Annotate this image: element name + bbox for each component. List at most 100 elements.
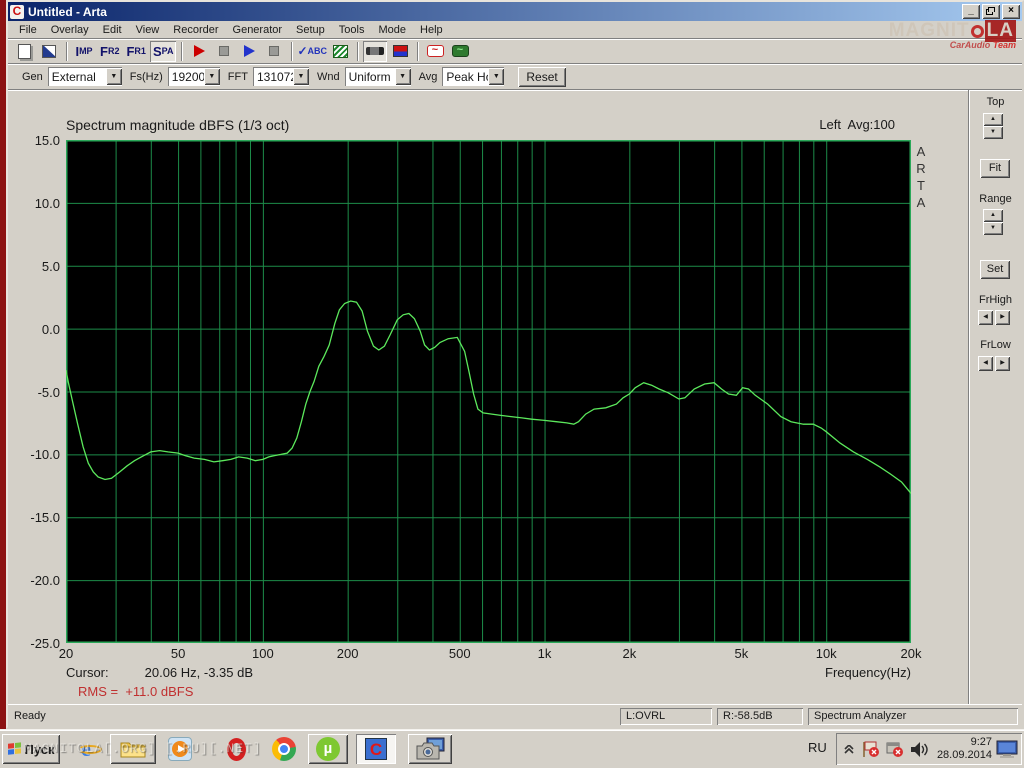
range-up-button[interactable]: ▲ (983, 209, 1003, 222)
gen-label: Gen (22, 70, 43, 83)
show-desktop-icon[interactable] (996, 740, 1018, 758)
dropdown-arrow-icon[interactable]: ▼ (488, 68, 505, 85)
tray-date: 28.09.2014 (936, 749, 992, 761)
imp-mode-button[interactable]: I MP (72, 41, 96, 62)
explorer-task-button[interactable] (110, 734, 156, 764)
generator-stop-button[interactable] (262, 41, 286, 62)
fr1-mode-button[interactable]: F R1 (123, 41, 148, 62)
frlow-label: FrLow (980, 339, 1011, 351)
fit-button[interactable]: Fit (980, 159, 1010, 178)
signal-probe-button[interactable] (363, 40, 388, 62)
tray-time: 9:27 (970, 736, 992, 748)
screenshot-task-button[interactable] (408, 734, 452, 764)
y-tick-label: -15.0 (30, 510, 60, 526)
y-tick-label: 10.0 (34, 195, 60, 211)
security-alert-icon[interactable] (862, 741, 880, 758)
fft-select[interactable]: 131072▼ (252, 67, 309, 86)
top-up-button[interactable]: ▲ (983, 113, 1003, 126)
plot-control-panel: Top ▲ ▼ Fit Range ▲ ▼ Set FrHigh ◀ ▶ FrL… (968, 90, 1022, 704)
ie-ring-icon (78, 745, 103, 754)
y-tick-label: -10.0 (30, 447, 60, 463)
top-down-button[interactable]: ▼ (983, 126, 1003, 139)
clock[interactable]: 9:27 28.09.2014 (937, 736, 992, 762)
cursor-readout: Cursor: 20.06 Hz, -3.35 dB (66, 665, 253, 680)
menu-item-view[interactable]: View (129, 22, 167, 38)
gen-select[interactable]: External ▼ (47, 67, 122, 86)
opera-icon[interactable] (218, 734, 254, 764)
spa-mode-button[interactable]: S PA (149, 40, 177, 62)
y-tick-label: -5.0 (37, 384, 60, 400)
start-button[interactable]: Пуск (2, 734, 60, 764)
palette-button[interactable] (328, 41, 352, 62)
fft-label: FFT (227, 70, 248, 83)
utorrent-task-button[interactable]: µ (308, 734, 348, 764)
frlow-right-button[interactable]: ▶ (995, 356, 1010, 371)
menu-item-generator[interactable]: Generator (226, 22, 290, 38)
chart-title: Spectrum magnitude dBFS (1/3 oct) (66, 117, 290, 133)
scale-button[interactable] (37, 41, 61, 62)
camera-icon (416, 737, 445, 760)
update-alert-icon[interactable] (886, 741, 904, 758)
restore-button[interactable] (982, 4, 1000, 19)
calibrate-button[interactable]: ✓ ABC (297, 41, 327, 62)
top-label: Top (986, 96, 1005, 108)
toolbar-separator (291, 41, 294, 61)
menu-item-overlay[interactable]: Overlay (44, 22, 96, 38)
y-tick-label: 0.0 (41, 321, 60, 337)
menu-item-file[interactable]: File (12, 22, 44, 38)
frlow-left-button[interactable]: ◀ (978, 356, 993, 371)
menu-item-edit[interactable]: Edit (96, 22, 129, 38)
language-indicator[interactable]: RU (808, 740, 827, 755)
dropdown-arrow-icon[interactable]: ▼ (105, 68, 122, 85)
waveform-icon (392, 45, 408, 57)
arta-watermark: ARTA (916, 144, 926, 210)
menu-item-mode[interactable]: Mode (371, 22, 413, 38)
spectrum-plot[interactable] (66, 140, 911, 643)
x-tick-label: 100 (252, 646, 274, 661)
menu-item-recorder[interactable]: Recorder (166, 22, 225, 38)
play-icon (243, 45, 255, 57)
record-button[interactable] (187, 41, 211, 62)
reset-button[interactable]: Reset (518, 66, 566, 87)
dropdown-arrow-icon[interactable]: ▼ (292, 68, 309, 85)
red-sine-icon: ~ (426, 45, 444, 57)
frlow-spinner: ◀ ▶ (978, 356, 1012, 371)
right-level-indicator: R:-58.5dB (717, 708, 803, 725)
toolbar-separator (417, 41, 420, 61)
taskbar: Пуск e µ C RU 9:27 28.09.2014 (0, 729, 1024, 768)
y-tick-label: 5.0 (41, 258, 60, 274)
menu-item-setup[interactable]: Setup (289, 22, 332, 38)
wnd-select[interactable]: Uniform ▼ (344, 67, 411, 86)
fs-label: Fs(Hz) (129, 70, 163, 83)
close-button[interactable]: × (1002, 4, 1020, 19)
noise-generator-button[interactable]: ~ (448, 41, 472, 62)
dropdown-arrow-icon[interactable]: ▼ (394, 68, 411, 85)
x-tick-label: 20k (900, 646, 922, 661)
volume-icon[interactable] (910, 741, 929, 758)
tray-expand-icon[interactable] (844, 745, 854, 754)
frhigh-right-button[interactable]: ▶ (995, 310, 1010, 325)
fs-select[interactable]: 192000▼ (167, 67, 220, 86)
record-stop-button[interactable] (212, 41, 236, 62)
sine-generator-button[interactable]: ~ (423, 41, 447, 62)
range-down-button[interactable]: ▼ (983, 222, 1003, 235)
menu-item-tools[interactable]: Tools (332, 22, 372, 38)
generator-play-button[interactable] (237, 41, 261, 62)
media-player-icon[interactable] (162, 734, 198, 764)
fr2-mode-button[interactable]: F R2 (97, 41, 122, 62)
new-file-button[interactable] (12, 41, 36, 62)
internet-explorer-icon[interactable]: e (68, 734, 104, 764)
chrome-icon[interactable] (266, 734, 302, 764)
start-label: Пуск (24, 741, 55, 757)
spectrum-view: Spectrum magnitude dBFS (1/3 oct) Left A… (8, 89, 1022, 704)
flashlight-icon (366, 47, 385, 55)
set-button[interactable]: Set (980, 260, 1010, 279)
titlebar[interactable]: C Untitled - Arta _ × (8, 2, 1022, 21)
frhigh-left-button[interactable]: ◀ (978, 310, 993, 325)
minimize-button[interactable]: _ (962, 4, 980, 19)
avg-select[interactable]: Peak Hol▼ (442, 67, 505, 86)
arta-task-button[interactable]: C (356, 734, 396, 764)
waveform-button[interactable] (388, 41, 412, 62)
dropdown-arrow-icon[interactable]: ▼ (203, 68, 220, 85)
menu-item-help[interactable]: Help (413, 22, 450, 38)
